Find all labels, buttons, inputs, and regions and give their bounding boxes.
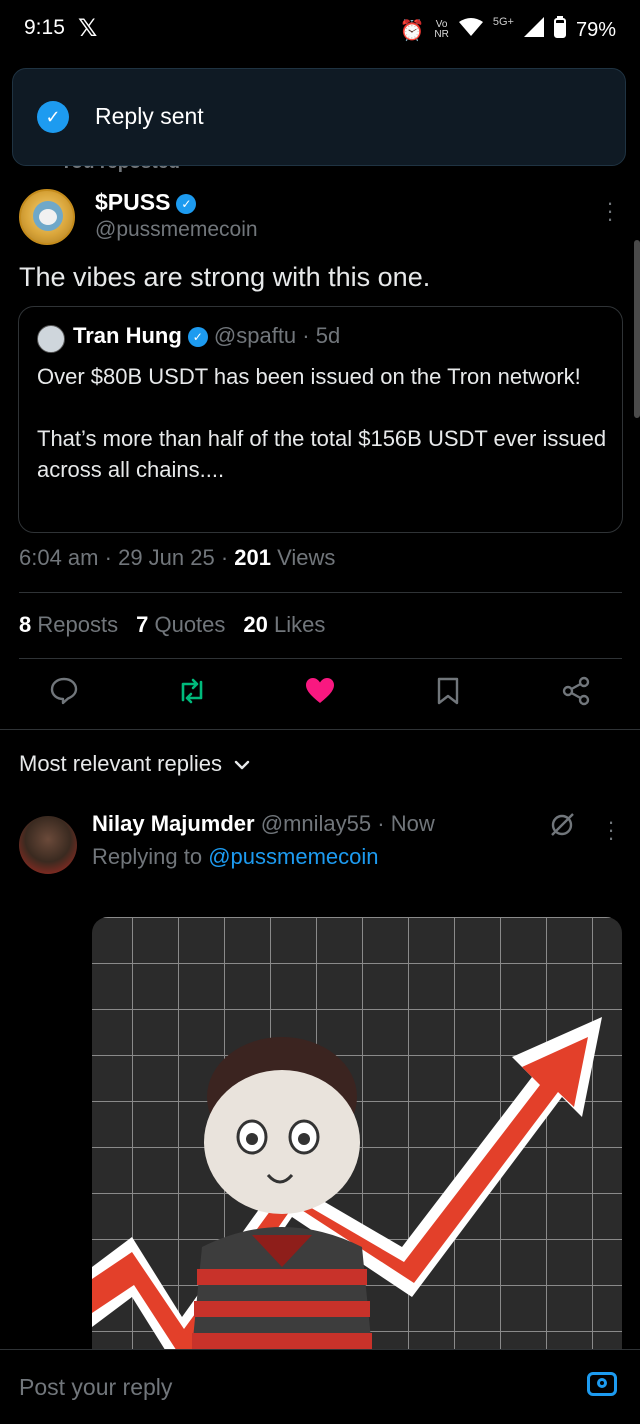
views-label: Views: [277, 545, 336, 570]
tweet-timestamp: 6:04 am · 29 Jun 25 · 201 Views: [19, 545, 335, 571]
reposts-label: Reposts: [37, 612, 119, 637]
quotes-count: 7: [136, 612, 149, 637]
chevron-down-icon: [234, 751, 250, 777]
quotes-label: Quotes: [154, 612, 226, 637]
like-icon[interactable]: [302, 676, 338, 712]
reply-media-image[interactable]: [92, 917, 622, 1349]
meta-separator: ·: [220, 545, 229, 570]
meta-separator: ·: [104, 545, 112, 570]
reply-separator: ·: [377, 811, 385, 836]
quote-author-name: Tran Hung: [73, 323, 182, 348]
reply-header[interactable]: Nilay Majumder @mnilay55 · Now: [92, 811, 435, 837]
network-label: 5G+: [492, 16, 514, 28]
replying-to: Replying to @pussmemecoin: [92, 844, 379, 870]
author-name-row[interactable]: $PUSS ✓: [95, 189, 197, 216]
divider: [0, 729, 640, 730]
author-name: $PUSS: [95, 189, 171, 215]
toast-message: Reply sent: [95, 103, 204, 129]
likes-label: Likes: [274, 612, 326, 637]
views-count: 201: [234, 545, 272, 570]
verified-badge-icon: ✓: [187, 327, 208, 348]
tweet-text: The vibes are strong with this one.: [19, 262, 431, 292]
status-icons: ⏰ Vo NR 5G+ 79%: [399, 16, 616, 44]
verified-badge-icon: ✓: [176, 193, 197, 214]
reply-author-name: Nilay Majumder: [92, 811, 255, 836]
quote-body: Over $80B USDT has been issued on the Tr…: [37, 361, 607, 516]
battery-icon: [553, 16, 566, 44]
alarm-icon: ⏰: [399, 19, 425, 42]
divider: [19, 592, 622, 593]
likes-stat[interactable]: 20 Likes: [243, 612, 325, 638]
cat-logo-icon: [33, 201, 63, 231]
quote-age: 5d: [315, 323, 341, 348]
reply-more-options-icon[interactable]: · · ·: [601, 811, 621, 849]
more-options-icon[interactable]: · · ·: [600, 192, 620, 230]
author-avatar[interactable]: [19, 189, 75, 245]
x-logo-icon: 𝕏: [78, 15, 98, 42]
quote-header: Tran Hung ✓ @spaftu · 5d: [73, 323, 340, 349]
engagement-stats: 8 Reposts 7 Quotes 20 Likes: [19, 612, 325, 638]
repost-icon[interactable]: [174, 676, 210, 712]
signal-icon: [523, 17, 544, 43]
reply-composer[interactable]: Post your reply: [0, 1349, 640, 1424]
status-bar: 9:15 𝕏 ⏰ Vo NR 5G+ 79%: [0, 0, 640, 56]
reply-input-placeholder[interactable]: Post your reply: [19, 1374, 172, 1401]
scrollbar[interactable]: [634, 240, 640, 418]
quote-paragraph: Over $80B USDT has been issued on the Tr…: [37, 364, 581, 389]
wifi-icon: [458, 17, 483, 43]
reply-age: Now: [390, 811, 435, 836]
grok-icon[interactable]: [549, 812, 575, 845]
share-icon[interactable]: [558, 676, 594, 712]
likes-count: 20: [243, 612, 268, 637]
battery-level: 79%: [575, 18, 616, 41]
action-bar: [0, 670, 640, 720]
tweet-date: 29 Jun 25: [118, 545, 215, 570]
quote-paragraph: That’s more than half of the total $156B…: [37, 426, 607, 482]
divider: [19, 658, 622, 659]
reposts-count: 8: [19, 612, 32, 637]
nr-label: NR: [434, 29, 449, 40]
camera-icon[interactable]: [587, 1372, 617, 1396]
tweet-time: 6:04 am: [19, 545, 99, 570]
reply-author-avatar[interactable]: [19, 816, 77, 874]
status-time: 9:15: [24, 16, 65, 39]
replies-sort-dropdown[interactable]: Most relevant replies: [19, 751, 250, 777]
bookmark-icon[interactable]: [430, 676, 466, 712]
reply-sent-toast: ✓ Reply sent: [12, 68, 626, 166]
reply-author-handle: @mnilay55: [260, 811, 372, 836]
quotes-stat[interactable]: 7 Quotes: [136, 612, 225, 638]
author-handle[interactable]: @pussmemecoin: [95, 218, 258, 242]
reposts-stat[interactable]: 8 Reposts: [19, 612, 118, 638]
quote-author-handle: @spaftu: [213, 323, 297, 348]
check-circle-icon: ✓: [37, 101, 69, 133]
replying-prefix: Replying to: [92, 844, 203, 869]
quoted-tweet[interactable]: Tran Hung ✓ @spaftu · 5d Over $80B USDT h…: [18, 306, 623, 533]
replying-to-link[interactable]: @pussmemecoin: [208, 844, 378, 869]
quote-separator: ·: [302, 323, 310, 348]
quote-author-avatar: [37, 325, 65, 353]
arrow-character-illustration: [92, 1017, 602, 1349]
volte-icon: Vo NR: [434, 20, 448, 40]
reply-icon[interactable]: [46, 676, 82, 712]
sort-label: Most relevant replies: [19, 751, 222, 776]
